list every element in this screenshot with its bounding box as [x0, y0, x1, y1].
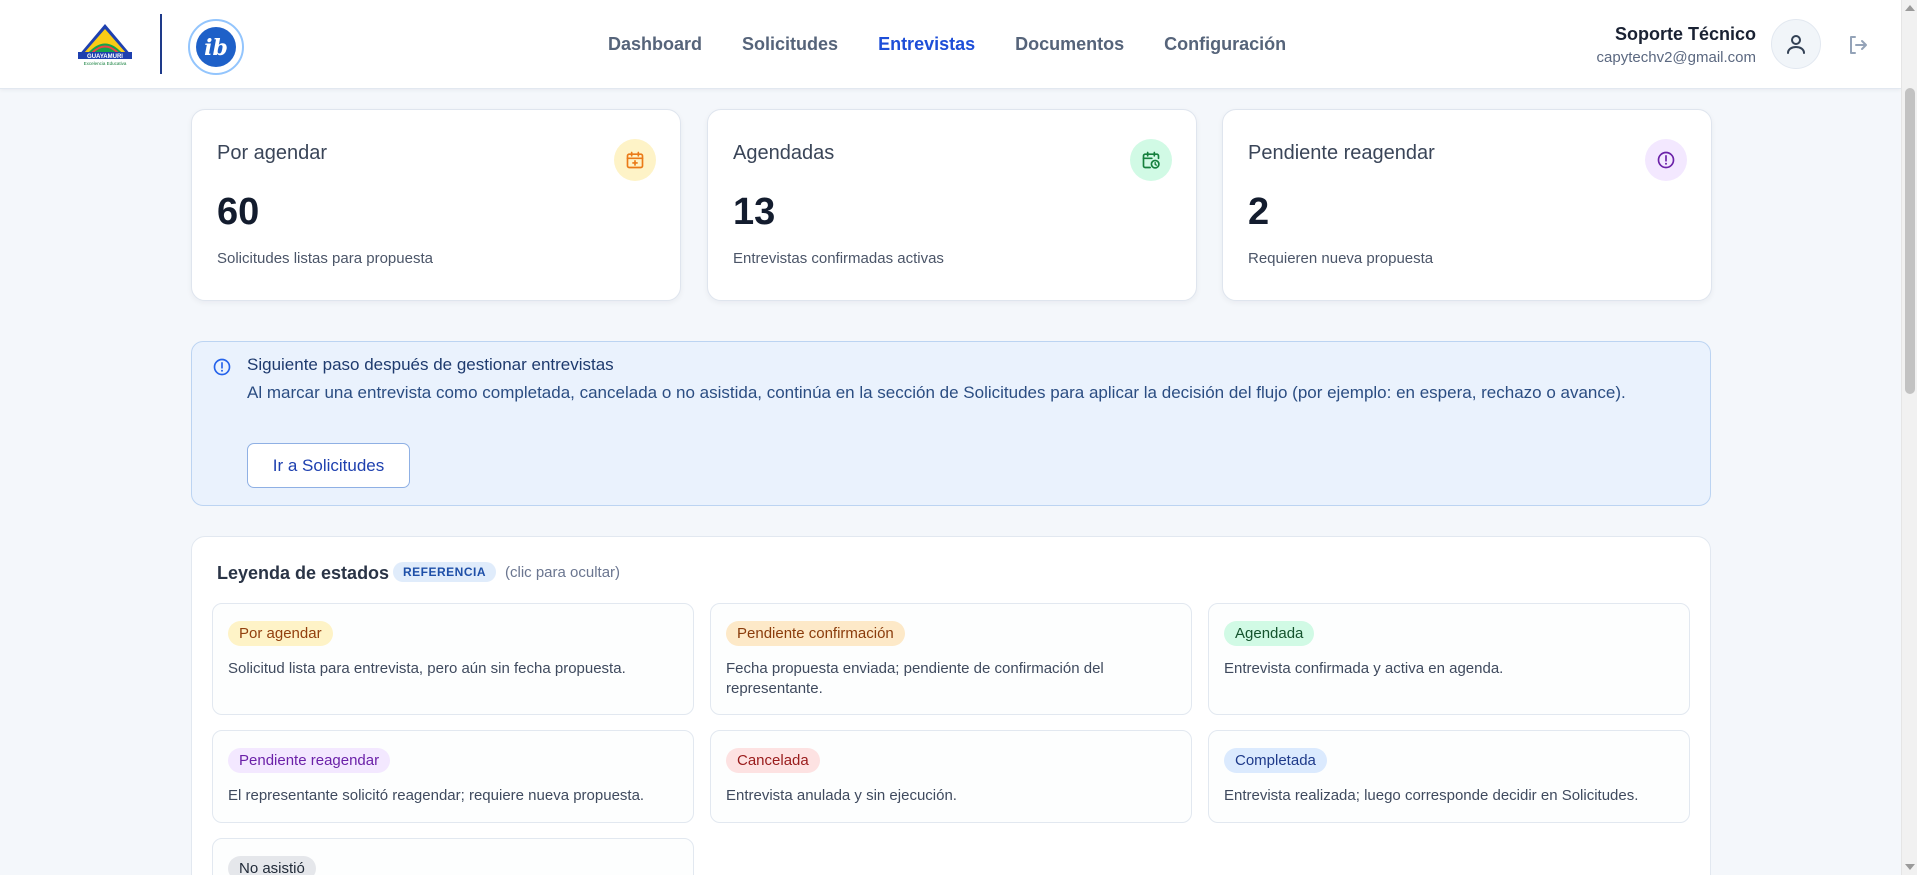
nav-dashboard[interactable]: Dashboard: [608, 34, 702, 55]
stat-subtitle: Requieren nueva propuesta: [1248, 250, 1434, 267]
user-name: Soporte Técnico: [1614, 24, 1756, 44]
status-badge: Pendiente confirmación: [726, 621, 905, 646]
scroll-thumb[interactable]: [1905, 88, 1915, 394]
legend-hint[interactable]: (clic para ocultar): [505, 564, 620, 581]
svg-text:ib: ib: [204, 35, 228, 61]
user-icon: [1787, 35, 1805, 54]
stat-title: Agendadas: [733, 142, 835, 164]
legend-description: El representante solicitó reagendar; req…: [228, 787, 645, 804]
status-badge: Por agendar: [228, 621, 333, 646]
info-title: Siguiente paso después de gestionar entr…: [247, 355, 614, 374]
top-header: GUAYAMURI Excelencia Educativa ib Dashbo…: [0, 0, 1901, 89]
reference-chip: REFERENCIA: [393, 562, 497, 582]
legend-item-pendiente-reagendar: Pendiente reagendar El representante sol…: [212, 730, 694, 823]
page-scrollbar[interactable]: [1901, 0, 1917, 875]
status-badge: Completada: [1224, 748, 1327, 773]
logout-icon: [1850, 36, 1867, 54]
stat-value: 60: [217, 191, 260, 233]
legend-description: Solicitud lista para entrevista, pero aú…: [228, 660, 626, 677]
legend-description: Fecha propuesta enviada; pendiente de co…: [726, 660, 1104, 697]
info-icon: [212, 357, 232, 377]
legend-description: Entrevista confirmada y activa en agenda…: [1224, 660, 1504, 677]
svg-text:GUAYAMURI: GUAYAMURI: [87, 54, 123, 60]
nav-documentos[interactable]: Documentos: [1015, 34, 1124, 55]
stat-title: Por agendar: [217, 142, 328, 164]
svg-text:Excelencia Educativa: Excelencia Educativa: [84, 61, 127, 66]
status-badge: Pendiente reagendar: [228, 748, 391, 773]
user-info: Soporte Técnico capytechv2@gmail.com: [1597, 24, 1756, 66]
logo-divider: [160, 14, 162, 74]
legend-description: Entrevista realizada; luego corresponde …: [1224, 787, 1639, 804]
legend-title[interactable]: Leyenda de estados: [217, 563, 389, 584]
status-badge: Agendada: [1224, 621, 1315, 646]
info-text: Al marcar una entrevista como completada…: [247, 383, 1626, 402]
legend-item-completada: Completada Entrevista realizada; luego c…: [1208, 730, 1690, 823]
legend-item-pendiente-confirmacion: Pendiente confirmación Fecha propuesta e…: [710, 603, 1192, 715]
stat-title: Pendiente reagendar: [1248, 142, 1435, 164]
status-legend[interactable]: Leyenda de estados REFERENCIA (clic para…: [191, 536, 1711, 875]
calendar-plus-icon: [614, 139, 656, 181]
stat-card-por-agendar: Por agendar 60 Solicitudes listas para p…: [191, 109, 681, 301]
stat-subtitle: Solicitudes listas para propuesta: [217, 250, 433, 267]
ib-logo[interactable]: ib: [187, 18, 245, 76]
stat-card-agendadas: Agendadas 13 Entrevistas confirmadas act…: [707, 109, 1197, 301]
stat-subtitle: Entrevistas confirmadas activas: [733, 250, 944, 267]
legend-item-por-agendar: Por agendar Solicitud lista para entrevi…: [212, 603, 694, 715]
user-email: capytechv2@gmail.com: [1596, 49, 1756, 66]
main-nav: Dashboard Solicitudes Entrevistas Docume…: [608, 0, 1286, 89]
stat-value: 2: [1248, 191, 1270, 233]
legend-description: Entrevista anulada y sin ejecución.: [726, 787, 957, 804]
scroll-down-arrow-icon[interactable]: [1905, 864, 1915, 870]
avatar-button[interactable]: [1771, 19, 1821, 69]
nav-solicitudes[interactable]: Solicitudes: [742, 34, 838, 55]
legend-item-cancelada: Cancelada Entrevista anulada y sin ejecu…: [710, 730, 1192, 823]
stat-value: 13: [733, 191, 776, 233]
calendar-clock-icon: [1130, 139, 1172, 181]
legend-item-no-asistio: No asistió: [212, 838, 694, 875]
nav-configuracion[interactable]: Configuración: [1164, 34, 1286, 55]
go-to-solicitudes-button[interactable]: Ir a Solicitudes: [247, 443, 410, 488]
school-logo[interactable]: GUAYAMURI Excelencia Educativa: [72, 22, 138, 66]
status-badge: No asistió: [228, 856, 316, 875]
next-step-info-box: Siguiente paso después de gestionar entr…: [191, 341, 1711, 506]
alert-circle-icon: [1645, 139, 1687, 181]
status-badge: Cancelada: [726, 748, 820, 773]
stat-card-pendiente-reagendar: Pendiente reagendar 2 Requieren nueva pr…: [1222, 109, 1712, 301]
scroll-up-arrow-icon[interactable]: [1905, 5, 1915, 11]
logout-button[interactable]: [1845, 32, 1871, 58]
nav-entrevistas[interactable]: Entrevistas: [878, 34, 975, 55]
legend-item-agendada: Agendada Entrevista confirmada y activa …: [1208, 603, 1690, 715]
